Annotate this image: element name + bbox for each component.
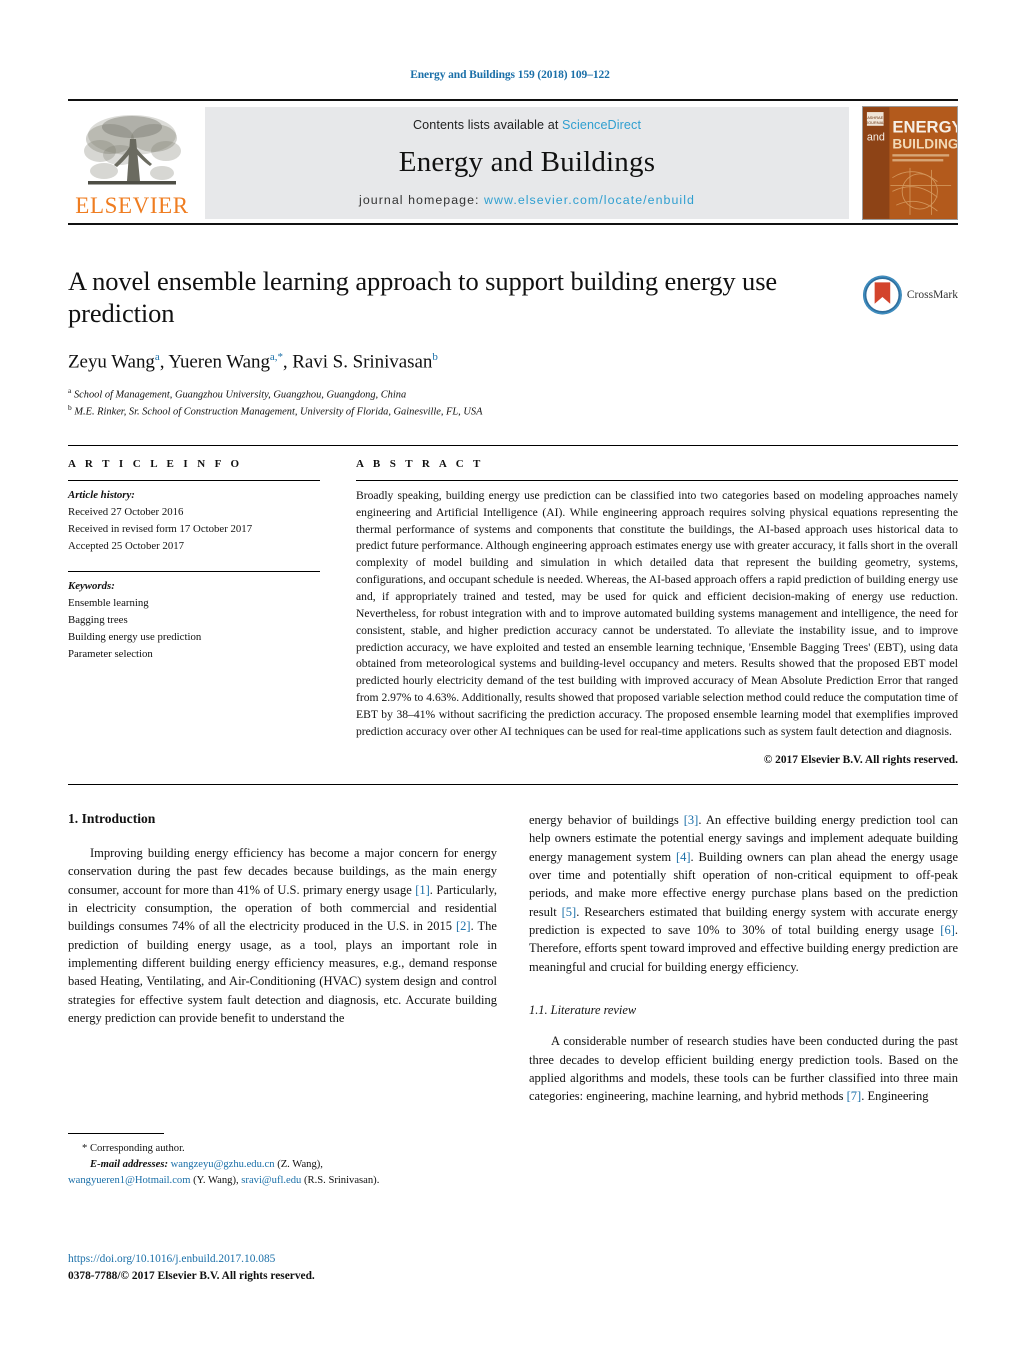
body-section: 1. Introduction Improving building energ…: [68, 783, 958, 1108]
email-owner: (R.S. Srinivasan).: [304, 1174, 380, 1186]
journal-homepage-link[interactable]: www.elsevier.com/locate/enbuild: [484, 193, 695, 207]
affiliation-mark: a: [68, 385, 72, 395]
elsevier-tree-icon: [84, 115, 181, 185]
info-abstract-section: A R T I C L E I N F O Article history: R…: [68, 444, 958, 766]
contents-lists-line: Contents lists available at ScienceDirec…: [413, 118, 641, 132]
paragraph: energy behavior of buildings [3]. An eff…: [529, 812, 958, 974]
paragraph: A considerable number of research studie…: [529, 1034, 958, 1104]
keywords-list: Keywords: Ensemble learning Bagging tree…: [68, 572, 320, 663]
crossmark-icon: [862, 275, 902, 315]
keyword-item: Bagging trees: [68, 614, 128, 627]
author-affil-mark: b: [432, 350, 438, 363]
author-list: Zeyu Wanga, Yueren Wanga,*, Ravi S. Srin…: [68, 350, 438, 372]
author-name: Zeyu Wang: [68, 350, 155, 372]
keyword-item: Parameter selection: [68, 648, 153, 661]
email-owner: (Y. Wang),: [193, 1174, 239, 1186]
citation-ref[interactable]: [1]: [415, 883, 430, 897]
elsevier-wordmark: ELSEVIER: [75, 193, 189, 218]
journal-title: Energy and Buildings: [398, 146, 656, 178]
journal-cover-thumbnail: ASHRAE JOURNAL and ENERGY BUILDINGS: [858, 106, 958, 220]
svg-text:JOURNAL: JOURNAL: [866, 120, 885, 125]
cover-artwork-icon: ASHRAE JOURNAL and ENERGY BUILDINGS: [863, 107, 957, 219]
keyword-item: Building energy use prediction: [68, 631, 202, 644]
email-addresses-label: E-mail addresses:: [90, 1158, 168, 1170]
citation-ref[interactable]: [2]: [456, 919, 471, 933]
paragraph: Improving building energy efficiency has…: [68, 845, 497, 1026]
article-history-label: Article history:: [68, 488, 135, 501]
svg-text:BUILDINGS: BUILDINGS: [892, 136, 957, 151]
running-head: Energy and Buildings 159 (2018) 109–122: [410, 69, 610, 81]
citation-ref[interactable]: [4]: [676, 850, 691, 864]
contents-prefix: Contents lists available at: [412, 118, 563, 132]
body-right-column: energy behavior of buildings [3]. An eff…: [529, 811, 958, 1108]
abstract-column: A B S T R A C T Broadly speaking, buildi…: [340, 446, 958, 766]
footer-doi-block: https://doi.org/10.1016/j.enbuild.2017.1…: [68, 1251, 518, 1284]
author-name: Ravi S. Srinivasan: [292, 350, 433, 372]
issn-copyright-line: 0378-7788/© 2017 Elsevier B.V. All right…: [68, 1269, 315, 1282]
journal-cover-image: ASHRAE JOURNAL and ENERGY BUILDINGS: [862, 106, 958, 220]
journal-homepage-line: journal homepage: www.elsevier.com/locat…: [359, 193, 695, 207]
article-info-column: A R T I C L E I N F O Article history: R…: [68, 446, 340, 766]
citation-ref[interactable]: [6]: [940, 923, 955, 937]
crossmark-badge[interactable]: CrossMark: [862, 269, 958, 321]
author-affil-mark: a,*: [269, 350, 283, 363]
crossmark-label: CrossMark: [906, 289, 958, 301]
corresponding-author-footnote: * Corresponding author. E-mail addresses…: [68, 1133, 498, 1189]
abstract-text: Broadly speaking, building energy use pr…: [356, 488, 958, 738]
keyword-item: Ensemble learning: [68, 597, 149, 610]
paper-page: Energy and Buildings 159 (2018) 109–122: [0, 0, 1020, 1351]
history-item: Accepted 25 October 2017: [68, 540, 185, 553]
journal-masthead: ELSEVIER Contents lists available at Sci…: [68, 99, 958, 225]
article-history: Article history: Received 27 October 201…: [68, 481, 320, 555]
affiliation-item: a School of Management, Guangzhou Univer…: [68, 386, 958, 403]
email-link[interactable]: sravi@ufl.edu: [241, 1175, 301, 1186]
doi-link[interactable]: https://doi.org/10.1016/j.enbuild.2017.1…: [68, 1251, 518, 1268]
affiliation-list: a School of Management, Guangzhou Univer…: [68, 386, 958, 421]
title-block: A novel ensemble learning approach to su…: [68, 265, 958, 421]
email-link[interactable]: wangyueren1@Hotmail.com: [68, 1175, 190, 1186]
history-item: Received in revised form 17 October 2017: [68, 522, 253, 535]
history-item: Received 27 October 2016: [68, 505, 184, 518]
email-owner: (Z. Wang),: [277, 1158, 323, 1170]
section-heading-introduction: 1. Introduction: [68, 810, 156, 826]
author-affil-mark: a: [154, 350, 160, 363]
footnote-text: * Corresponding author. E-mail addresses…: [68, 1141, 498, 1189]
section-heading-literature-review: 1.1. Literature review: [529, 1003, 637, 1018]
footnote-divider: [68, 1133, 164, 1134]
svg-text:and: and: [867, 131, 885, 143]
author-name: Yueren Wang: [168, 350, 270, 372]
article-info-heading: A R T I C L E I N F O: [68, 457, 243, 470]
masthead-center-panel: Contents lists available at ScienceDirec…: [205, 107, 849, 219]
affiliation-text: School of Management, Guangzhou Universi…: [73, 389, 407, 401]
page-title: A novel ensemble learning approach to su…: [68, 266, 778, 329]
affiliation-item: b M.E. Rinker, Sr. School of Constructio…: [68, 403, 958, 420]
affiliation-text: M.E. Rinker, Sr. School of Construction …: [74, 406, 483, 418]
affiliation-mark: b: [68, 403, 72, 413]
citation-ref[interactable]: [3]: [684, 813, 699, 827]
abstract-heading: A B S T R A C T: [356, 457, 484, 470]
svg-text:ENERGY: ENERGY: [892, 118, 957, 137]
homepage-prefix: journal homepage:: [359, 193, 485, 207]
elsevier-logo: ELSEVIER: [68, 107, 196, 219]
abstract-copyright: © 2017 Elsevier B.V. All rights reserved…: [763, 753, 958, 766]
citation-ref[interactable]: [5]: [562, 905, 577, 919]
email-link[interactable]: wangzeyu@gzhu.edu.cn: [171, 1159, 275, 1170]
body-left-column: 1. Introduction Improving building energ…: [68, 811, 497, 1108]
citation-ref[interactable]: [7]: [847, 1089, 862, 1103]
sciencedirect-link[interactable]: ScienceDirect: [562, 118, 641, 132]
corresponding-author-note: * Corresponding author.: [82, 1143, 185, 1154]
keywords-label: Keywords:: [68, 580, 115, 593]
